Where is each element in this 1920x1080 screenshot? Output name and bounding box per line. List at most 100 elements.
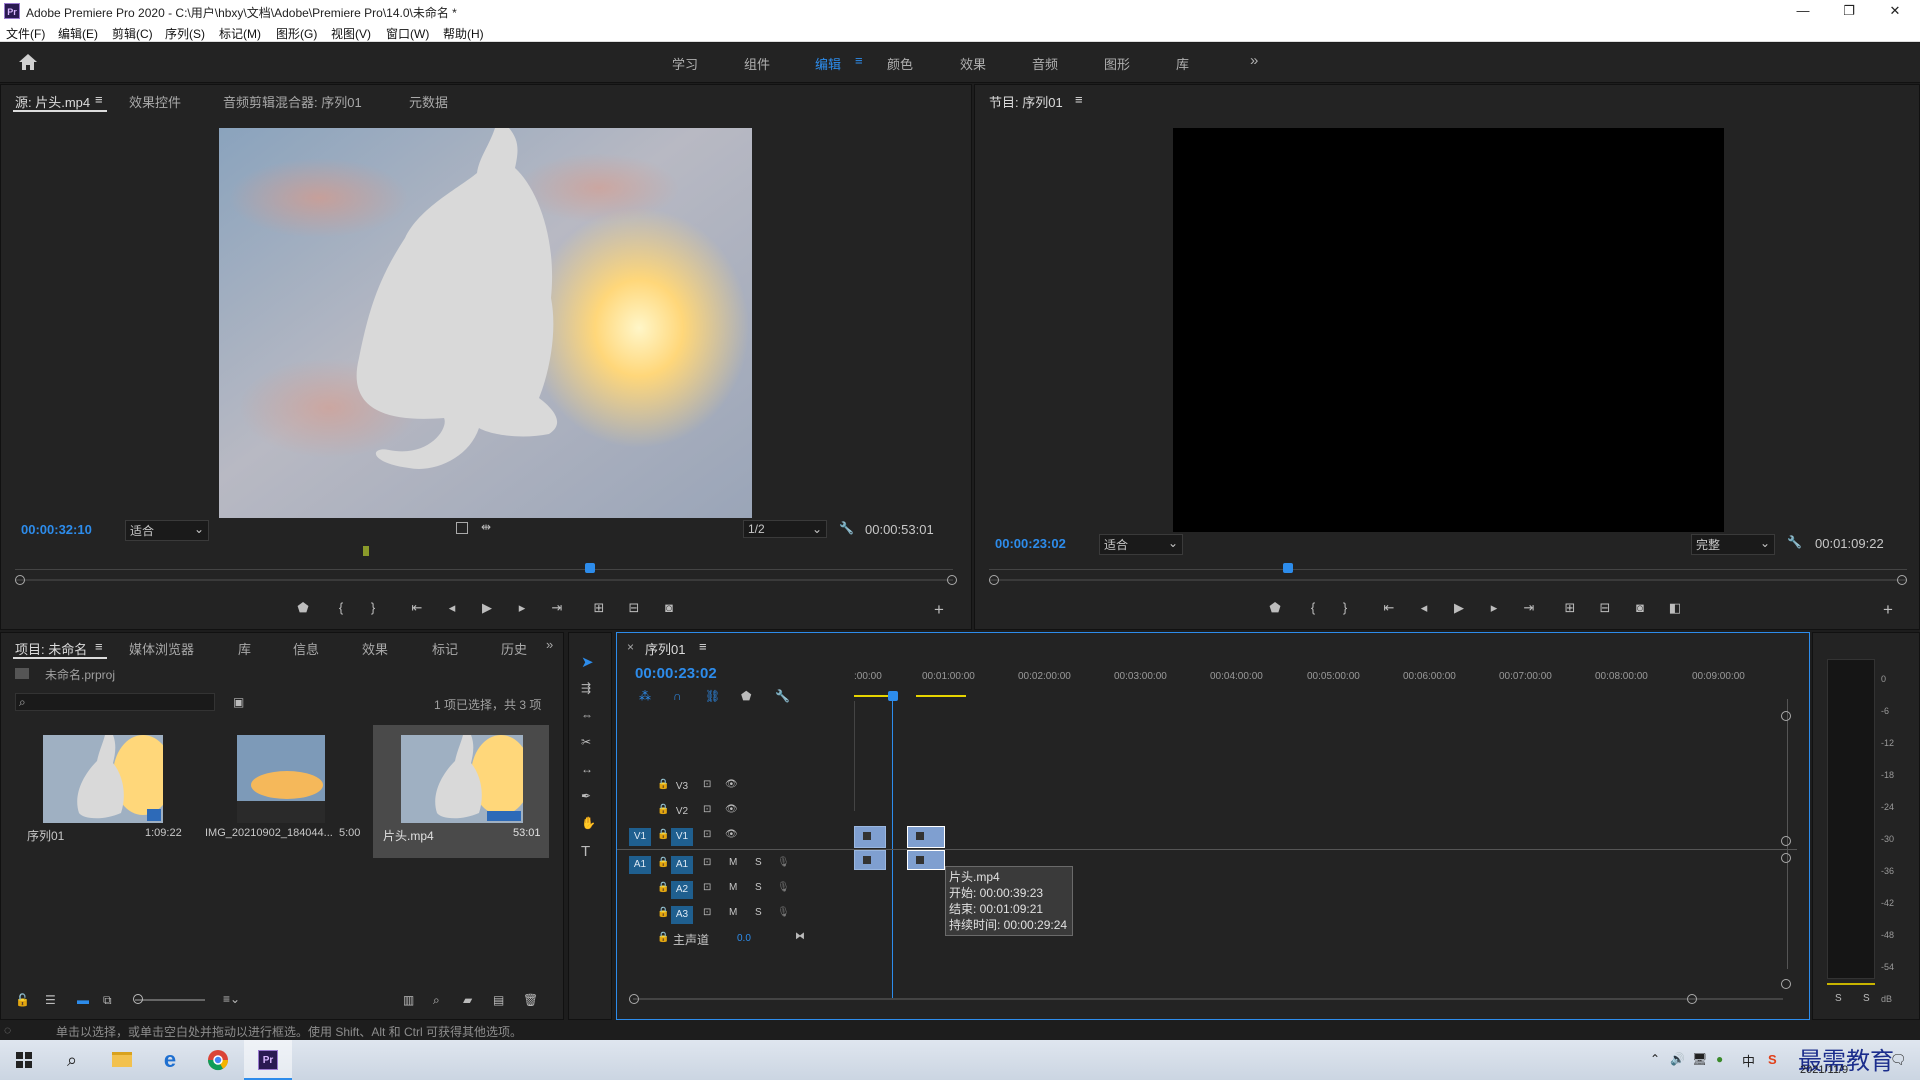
program-playhead[interactable] [1283,563,1293,573]
timeline-settings-icon[interactable]: 🔧 [775,689,790,703]
add-button-icon[interactable]: + [1877,600,1899,620]
project-search-input[interactable]: ⌕ [15,693,215,711]
vertical-scrollbar[interactable] [1787,699,1788,969]
video-clip[interactable] [854,826,886,848]
close-button[interactable]: ✕ [1872,0,1918,22]
sync-lock-icon[interactable]: ⊡ [703,779,711,790]
step-back-icon[interactable]: ◂ [441,600,463,616]
solo-right-button[interactable]: S [1863,993,1870,1004]
insert-overwrite-icon[interactable]: ⁂ [639,689,651,703]
file-explorer-icon[interactable] [98,1040,146,1080]
go-to-out-icon[interactable]: ⇥ [1518,600,1540,616]
workspace-menu-icon[interactable]: ≡ [855,53,863,68]
add-marker-icon[interactable]: ⬟ [1264,600,1286,616]
source-zoom-bar[interactable] [15,579,953,581]
go-to-out-icon[interactable]: ⇥ [546,600,568,616]
workspace-audio[interactable]: 音频 [1032,54,1058,73]
mark-out-icon[interactable]: } [362,600,384,615]
workspace-effects[interactable]: 效果 [960,54,986,73]
trash-icon[interactable]: 🗑 [523,993,538,1007]
vscroll-handle-bottom[interactable] [1781,979,1791,989]
zoom-handle-left[interactable] [989,575,999,585]
menu-edit[interactable]: 编辑(E) [58,25,98,42]
start-button[interactable] [0,1040,48,1080]
mark-in-icon[interactable]: { [330,600,352,615]
project-item-sequence[interactable]: 序列01 1:09:22 [15,725,205,858]
sync-lock-icon[interactable]: ⊡ [703,907,711,918]
extract-icon[interactable]: ⊟ [1594,600,1616,616]
sort-icon[interactable]: ≡⌄ [223,992,240,1006]
tab-program[interactable]: 节目: 序列01 [989,92,1063,111]
home-icon[interactable] [18,53,38,71]
wrench-icon[interactable]: 🔧 [839,521,854,535]
tab-source-menu-icon[interactable]: ≡ [95,92,103,107]
export-frame-icon[interactable]: ◙ [1629,600,1651,615]
master-volume-value[interactable]: 0.0 [737,933,751,944]
work-area-bar[interactable] [854,695,890,697]
comparison-view-icon[interactable]: ◧ [1664,600,1686,616]
lock-icon[interactable]: 🔒 [657,882,669,893]
edge-browser-icon[interactable]: e [146,1040,194,1080]
track-target-a1[interactable]: A1 [671,856,693,874]
lock-icon[interactable]: 🔓 [15,993,30,1007]
more-panels-icon[interactable]: » [546,637,553,652]
close-tab-icon[interactable]: × [627,640,634,654]
slip-tool-icon[interactable]: ↔ [581,762,593,776]
icon-view-icon[interactable]: ▬ [77,993,89,1007]
find-icon[interactable]: ⌕ [433,993,440,1008]
microphone-icon[interactable]: 🎙 [777,882,790,893]
play-icon[interactable]: ▶ [476,600,498,616]
workspace-color[interactable]: 颜色 [887,54,913,73]
tab-sequence-menu-icon[interactable]: ≡ [699,639,707,654]
tab-libraries[interactable]: 库 [238,639,251,658]
overwrite-icon[interactable]: ⊟ [623,600,645,616]
sogou-icon[interactable]: S [1768,1052,1777,1067]
program-timecode[interactable]: 00:00:23:02 [995,536,1066,551]
solo-button[interactable]: S [755,857,762,868]
menu-help[interactable]: 帮助(H) [443,25,484,42]
audio-clip-selected[interactable] [907,850,945,870]
sync-lock-icon[interactable]: ⊡ [703,829,711,840]
tray-app-icon[interactable]: ● [1716,1052,1723,1066]
ime-indicator[interactable]: 中 [1742,1051,1755,1070]
step-forward-icon[interactable]: ▸ [1483,600,1505,616]
source-resolution-dropdown[interactable]: 1/2 ⌄ [743,520,827,538]
zoom-slider-handle[interactable] [133,994,143,1004]
menu-sequence[interactable]: 序列(S) [165,25,205,42]
source-playhead[interactable] [585,563,595,573]
linked-selection-icon[interactable]: ⛓ [705,689,720,703]
go-to-next-keyframe-icon[interactable]: ⧓ [795,931,805,942]
type-tool-icon[interactable]: T [581,843,590,860]
source-timecode[interactable]: 00:00:32:10 [21,522,92,537]
workspace-editing[interactable]: 编辑 [815,54,841,73]
menu-view[interactable]: 视图(V) [331,25,371,42]
menu-marker[interactable]: 标记(M) [219,25,261,42]
eye-icon[interactable]: 👁 [725,804,738,815]
maximize-button[interactable]: ❐ [1826,0,1872,22]
safe-margins-icon[interactable] [456,522,468,534]
new-item-icon[interactable]: ▤ [493,993,504,1007]
new-bin-icon[interactable]: ▰ [463,993,472,1007]
sync-lock-icon[interactable]: ⊡ [703,857,711,868]
workspace-learn[interactable]: 学习 [672,54,698,73]
source-patch-v1[interactable]: V1 [629,828,651,846]
lock-icon[interactable]: 🔒 [657,829,669,840]
step-back-icon[interactable]: ◂ [1413,600,1435,616]
solo-button[interactable]: S [755,907,762,918]
mute-button[interactable]: M [729,857,737,868]
more-workspaces-icon[interactable]: » [1250,52,1258,69]
search-icon[interactable]: ⌕ [48,1040,96,1080]
freeform-view-icon[interactable]: ⧉ [103,993,112,1008]
tab-program-menu-icon[interactable]: ≡ [1075,92,1083,107]
automate-to-sequence-icon[interactable]: ▥ [403,993,414,1007]
work-area-bar[interactable] [916,695,966,697]
hscroll-handle-left[interactable] [629,994,639,1004]
track-target-v1[interactable]: V1 [671,828,693,846]
go-to-in-icon[interactable]: ⇤ [1378,600,1400,616]
menu-clip[interactable]: 剪辑(C) [112,25,153,42]
tab-media-browser[interactable]: 媒体浏览器 [129,639,194,658]
mark-out-icon[interactable]: } [1334,600,1356,615]
tab-info[interactable]: 信息 [293,639,319,658]
new-search-bin-icon[interactable]: ▣ [233,695,244,709]
time-ruler[interactable]: :00:00 00:01:00:00 00:02:00:00 00:03:00:… [854,671,1794,701]
